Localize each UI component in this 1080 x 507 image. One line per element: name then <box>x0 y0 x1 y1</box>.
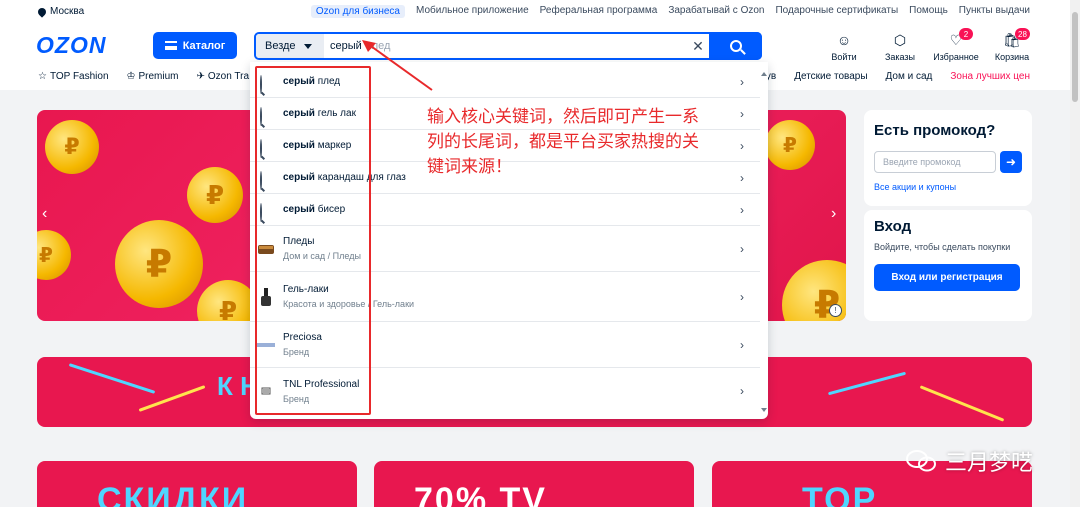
coin-graphic: ₽ <box>37 230 71 280</box>
coin-graphic: ₽ <box>187 167 243 223</box>
wechat-logo-icon <box>906 450 936 472</box>
clear-search-icon[interactable]: ✕ <box>687 34 709 58</box>
cart-action[interactable]: 🛍 28 Корзина <box>984 28 1040 62</box>
scroll-up-icon[interactable] <box>761 72 767 76</box>
search-scope-label: Везде <box>265 40 296 52</box>
search-typed-text: серый <box>330 40 362 52</box>
login-action-label: Войти <box>831 52 857 62</box>
tv-title: 70% TV <box>414 481 547 507</box>
crown-icon: ♔ <box>126 71 136 82</box>
page-scrollbar[interactable] <box>1070 0 1080 507</box>
link-gift-cards[interactable]: Подарочные сертификаты <box>775 5 898 18</box>
annotation-arrow-icon <box>362 40 433 91</box>
neon-stripe <box>68 363 156 394</box>
promo-card-tv[interactable]: 70% TV <box>374 461 694 507</box>
link-ozon-business[interactable]: Ozon для бизнеса <box>310 5 405 18</box>
top-title: TOP <box>802 481 878 507</box>
cart-badge: 28 <box>1015 28 1030 40</box>
link-referral[interactable]: Реферальная программа <box>540 5 658 18</box>
login-title: Вход <box>874 218 912 235</box>
nav-ozon-travel-label: Ozon Tra <box>207 71 250 82</box>
location-pin-icon <box>36 5 48 18</box>
annotation-note: 输入核心关键词，然后即可产生一系列的长尾词，都是平台买家热搜的关键词来源！ <box>427 107 699 176</box>
nav-premium-label: Premium <box>138 71 179 82</box>
chevron-right-icon: › <box>740 289 744 304</box>
orders-action[interactable]: ⬡ Заказы <box>872 28 928 62</box>
search-scope-select[interactable]: Везде <box>256 34 324 58</box>
watermark-text: 三月梦呓 <box>945 450 1034 475</box>
ozon-page: Москва Ozon для бизнеса Мобильное прилож… <box>0 0 1080 507</box>
promo-code-card: Есть промокод? Введите промокод ➜ Все ак… <box>864 110 1032 206</box>
link-pickup-points[interactable]: Пункты выдачи <box>959 5 1030 18</box>
city-label: Москва <box>50 6 85 17</box>
promo-card-discounts[interactable]: СКИДКИ <box>37 461 357 507</box>
chevron-down-icon <box>303 43 312 49</box>
chevron-right-icon: › <box>740 241 744 256</box>
orders-action-label: Заказы <box>884 52 916 62</box>
nav-home-garden[interactable]: Дом и сад <box>886 71 933 82</box>
chevron-right-icon: › <box>740 138 744 153</box>
chevron-right-icon: › <box>740 74 744 89</box>
nav-right: ув Детские товары Дом и сад Зона лучших … <box>766 71 1030 82</box>
nav-left: ☆ TOP Fashion ♔ Premium ✈ Ozon Tra <box>38 71 249 82</box>
chevron-right-icon: › <box>740 384 744 398</box>
ozon-logo[interactable]: OZON <box>36 32 106 59</box>
annotation-highlight-box <box>255 66 371 415</box>
link-mobile-app[interactable]: Мобильное приложение <box>416 5 529 18</box>
coin-graphic: ₽ <box>45 120 99 174</box>
neon-stripe <box>919 385 1005 422</box>
nav-top-fashion-label: TOP Fashion <box>49 71 109 82</box>
chevron-right-icon: › <box>740 337 744 352</box>
nav-premium[interactable]: ♔ Premium <box>127 71 179 82</box>
chevron-right-icon: › <box>740 202 744 217</box>
dropdown-scrollbar[interactable] <box>761 72 767 412</box>
favorites-action[interactable]: ♡ 2 Избранное <box>928 28 984 62</box>
login-action[interactable]: ☺ Войти <box>816 28 872 62</box>
city-selector[interactable]: Москва <box>36 5 85 18</box>
coin-graphic: ₽ <box>765 120 815 170</box>
link-help[interactable]: Помощь <box>909 5 948 18</box>
chevron-right-icon: › <box>740 170 744 185</box>
promo-title: Есть промокод? <box>874 122 996 139</box>
top-bar: Москва Ozon для бизнеса Мобильное прилож… <box>0 0 1080 24</box>
info-icon[interactable]: ! <box>829 304 842 317</box>
banner-next-icon[interactable]: › <box>831 205 836 223</box>
favorites-badge: 2 <box>959 28 973 40</box>
page-scrollbar-thumb[interactable] <box>1072 12 1078 102</box>
favorites-action-label: Избранное <box>933 52 979 62</box>
cart-action-label: Корзина <box>994 52 1030 62</box>
nav-top-fashion[interactable]: ☆ TOP Fashion <box>38 71 109 82</box>
watermark: 三月梦呓 <box>905 445 1033 477</box>
user-icon: ☺ <box>836 32 852 48</box>
nav-best-prices[interactable]: Зона лучших цен <box>950 71 1030 82</box>
search-bar: Везде серый плед ✕ <box>254 32 762 60</box>
chevron-right-icon: › <box>740 106 744 121</box>
discounts-title: СКИДКИ <box>97 481 249 507</box>
login-card: Вход Войдите, чтобы сделать покупки Вход… <box>864 210 1032 321</box>
login-register-button[interactable]: Вход или регистрация <box>874 264 1020 291</box>
scroll-down-icon[interactable] <box>761 408 767 412</box>
nav-kids[interactable]: Детские товары <box>794 71 867 82</box>
plane-icon: ✈ <box>196 71 205 82</box>
promo-row: Введите промокод ➜ <box>874 151 1022 173</box>
banner-prev-icon[interactable]: ‹ <box>42 205 47 223</box>
header-actions: ☺ Войти ⬡ Заказы ♡ 2 Избранное 🛍 28 Корз… <box>816 28 1040 62</box>
nav-ozon-travel[interactable]: ✈ Ozon Tra <box>197 71 250 82</box>
search-icon <box>729 40 742 52</box>
neon-stripe <box>827 371 907 396</box>
all-promos-link[interactable]: Все акции и купоны <box>874 182 1022 192</box>
box-icon: ⬡ <box>893 32 907 48</box>
search-button[interactable] <box>709 32 762 60</box>
login-text: Войдите, чтобы сделать покупки <box>874 242 1011 252</box>
promo-code-input[interactable]: Введите промокод <box>874 151 996 173</box>
catalog-button[interactable]: Каталог <box>153 32 237 59</box>
link-earn[interactable]: Зарабатывай с Ozon <box>668 5 764 18</box>
star-icon: ☆ <box>38 71 47 82</box>
arrow-right-icon[interactable]: ➜ <box>1000 151 1022 173</box>
catalog-label: Каталог <box>182 39 226 52</box>
top-links: Ozon для бизнеса Мобильное приложение Ре… <box>310 5 1030 18</box>
menu-icon <box>164 41 177 50</box>
coin-graphic: ₽ <box>115 220 203 308</box>
